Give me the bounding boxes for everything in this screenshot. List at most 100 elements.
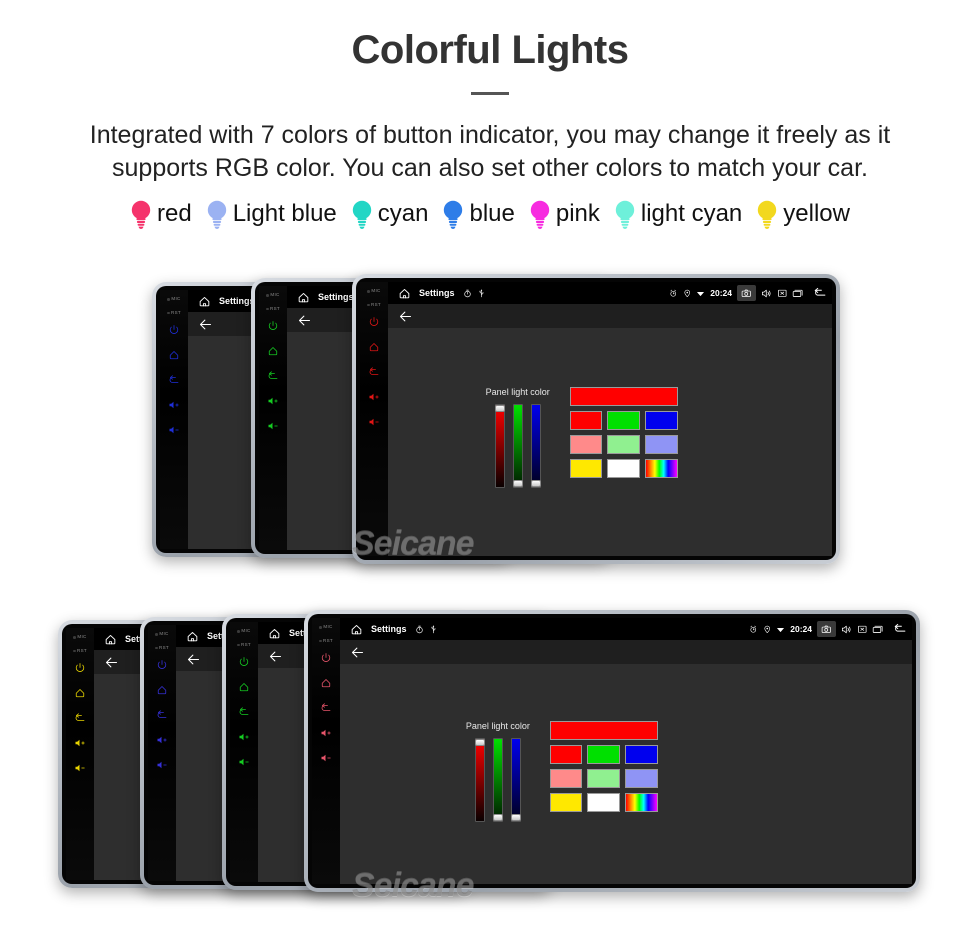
color-swatch[interactable]	[587, 793, 621, 813]
red-slider[interactable]	[474, 738, 485, 823]
legend-item-label: Light blue	[232, 200, 337, 227]
home-icon[interactable]	[156, 684, 168, 696]
home-icon[interactable]	[297, 291, 310, 304]
power-icon[interactable]	[168, 324, 180, 336]
color-swatch[interactable]	[607, 459, 640, 479]
back-arrow-icon[interactable]	[268, 649, 283, 664]
recents-icon[interactable]	[792, 288, 803, 299]
volume-up-icon[interactable]	[74, 737, 86, 749]
speaker-icon[interactable]	[841, 624, 852, 635]
signal-icon	[776, 625, 785, 634]
blue-slider-thumb[interactable]	[510, 814, 521, 822]
blue-slider[interactable]	[510, 738, 521, 823]
home-icon[interactable]	[238, 681, 250, 693]
home-icon[interactable]	[350, 623, 363, 636]
volume-up-icon[interactable]	[368, 391, 380, 403]
back-icon[interactable]	[168, 374, 180, 386]
recents-icon[interactable]	[872, 624, 883, 635]
back-icon[interactable]	[238, 706, 250, 718]
green-slider[interactable]	[512, 404, 523, 489]
back-arrow-icon[interactable]	[398, 309, 413, 324]
power-icon[interactable]	[267, 320, 279, 332]
home-icon[interactable]	[186, 630, 199, 643]
touch-screen[interactable]: Settings 20:24 Panel light color	[388, 282, 832, 556]
back-icon[interactable]	[74, 712, 86, 724]
volume-down-icon[interactable]	[238, 756, 250, 768]
home-icon[interactable]	[104, 633, 117, 646]
color-swatch[interactable]	[549, 745, 583, 765]
volume-down-icon[interactable]	[267, 420, 279, 432]
color-swatch[interactable]	[587, 745, 621, 765]
back-arrow-icon[interactable]	[350, 645, 365, 660]
volume-up-icon[interactable]	[238, 731, 250, 743]
color-swatch[interactable]	[607, 411, 640, 431]
color-swatch[interactable]	[549, 793, 583, 813]
speaker-icon[interactable]	[761, 288, 772, 299]
back-arrow-icon[interactable]	[104, 655, 119, 670]
blue-slider[interactable]	[530, 404, 541, 489]
green-slider-thumb[interactable]	[512, 480, 523, 488]
color-swatch[interactable]	[569, 459, 603, 479]
color-swatch[interactable]	[587, 769, 621, 789]
color-swatch[interactable]	[644, 435, 678, 455]
volume-up-icon[interactable]	[168, 399, 180, 411]
color-swatch[interactable]	[569, 435, 603, 455]
camera-icon[interactable]	[737, 284, 756, 302]
color-swatch[interactable]	[625, 793, 658, 813]
volume-down-icon[interactable]	[74, 762, 86, 774]
home-icon[interactable]	[320, 677, 332, 689]
home-icon[interactable]	[398, 287, 411, 300]
timer-icon[interactable]	[415, 625, 424, 634]
volume-down-icon[interactable]	[368, 416, 380, 428]
red-slider-thumb[interactable]	[494, 405, 505, 413]
home-icon[interactable]	[74, 687, 86, 699]
back-arrow-icon[interactable]	[198, 317, 213, 332]
volume-down-icon[interactable]	[168, 424, 180, 436]
green-slider[interactable]	[492, 738, 503, 823]
volume-up-icon[interactable]	[156, 734, 168, 746]
volume-up-icon[interactable]	[320, 727, 332, 739]
power-icon[interactable]	[320, 652, 332, 664]
back-arrow-icon[interactable]	[186, 652, 201, 667]
color-swatch[interactable]	[625, 745, 658, 765]
red-slider[interactable]	[494, 404, 505, 489]
back-arrow-icon[interactable]	[297, 313, 312, 328]
back-arrow-icon[interactable]	[893, 623, 906, 636]
mute-box-icon[interactable]	[857, 624, 868, 635]
color-swatch[interactable]	[607, 435, 640, 455]
color-swatch[interactable]	[569, 411, 603, 431]
power-icon[interactable]	[74, 662, 86, 674]
color-swatch[interactable]	[644, 459, 678, 479]
button-rail: MIC RST	[160, 290, 188, 549]
device-bottom-4[interactable]: MIC RST Settings 20:24 Panel light color	[304, 610, 920, 892]
back-arrow-icon[interactable]	[813, 287, 826, 300]
back-icon[interactable]	[368, 366, 380, 378]
power-icon[interactable]	[156, 659, 168, 671]
home-icon[interactable]	[368, 341, 380, 353]
volume-down-icon[interactable]	[320, 752, 332, 764]
rgb-slider-group: Panel light color	[466, 721, 530, 823]
home-icon[interactable]	[268, 627, 281, 640]
back-icon[interactable]	[156, 709, 168, 721]
mute-box-icon[interactable]	[777, 288, 788, 299]
green-slider-thumb[interactable]	[492, 814, 503, 822]
power-icon[interactable]	[238, 656, 250, 668]
blue-slider-thumb[interactable]	[530, 480, 541, 488]
home-icon[interactable]	[198, 295, 211, 308]
color-swatch[interactable]	[549, 769, 583, 789]
home-icon[interactable]	[168, 349, 180, 361]
timer-icon[interactable]	[463, 289, 472, 298]
mic-label: MIC	[319, 624, 332, 630]
volume-up-icon[interactable]	[267, 395, 279, 407]
device-top-3[interactable]: MIC RST Settings 20:24 Panel light color	[352, 274, 840, 564]
back-icon[interactable]	[267, 370, 279, 382]
touch-screen[interactable]: Settings 20:24 Panel light color	[340, 618, 912, 884]
power-icon[interactable]	[368, 316, 380, 328]
red-slider-thumb[interactable]	[474, 739, 485, 747]
volume-down-icon[interactable]	[156, 759, 168, 771]
camera-icon[interactable]	[817, 620, 836, 638]
color-swatch[interactable]	[625, 769, 658, 789]
back-icon[interactable]	[320, 702, 332, 714]
home-icon[interactable]	[267, 345, 279, 357]
color-swatch[interactable]	[644, 411, 678, 431]
